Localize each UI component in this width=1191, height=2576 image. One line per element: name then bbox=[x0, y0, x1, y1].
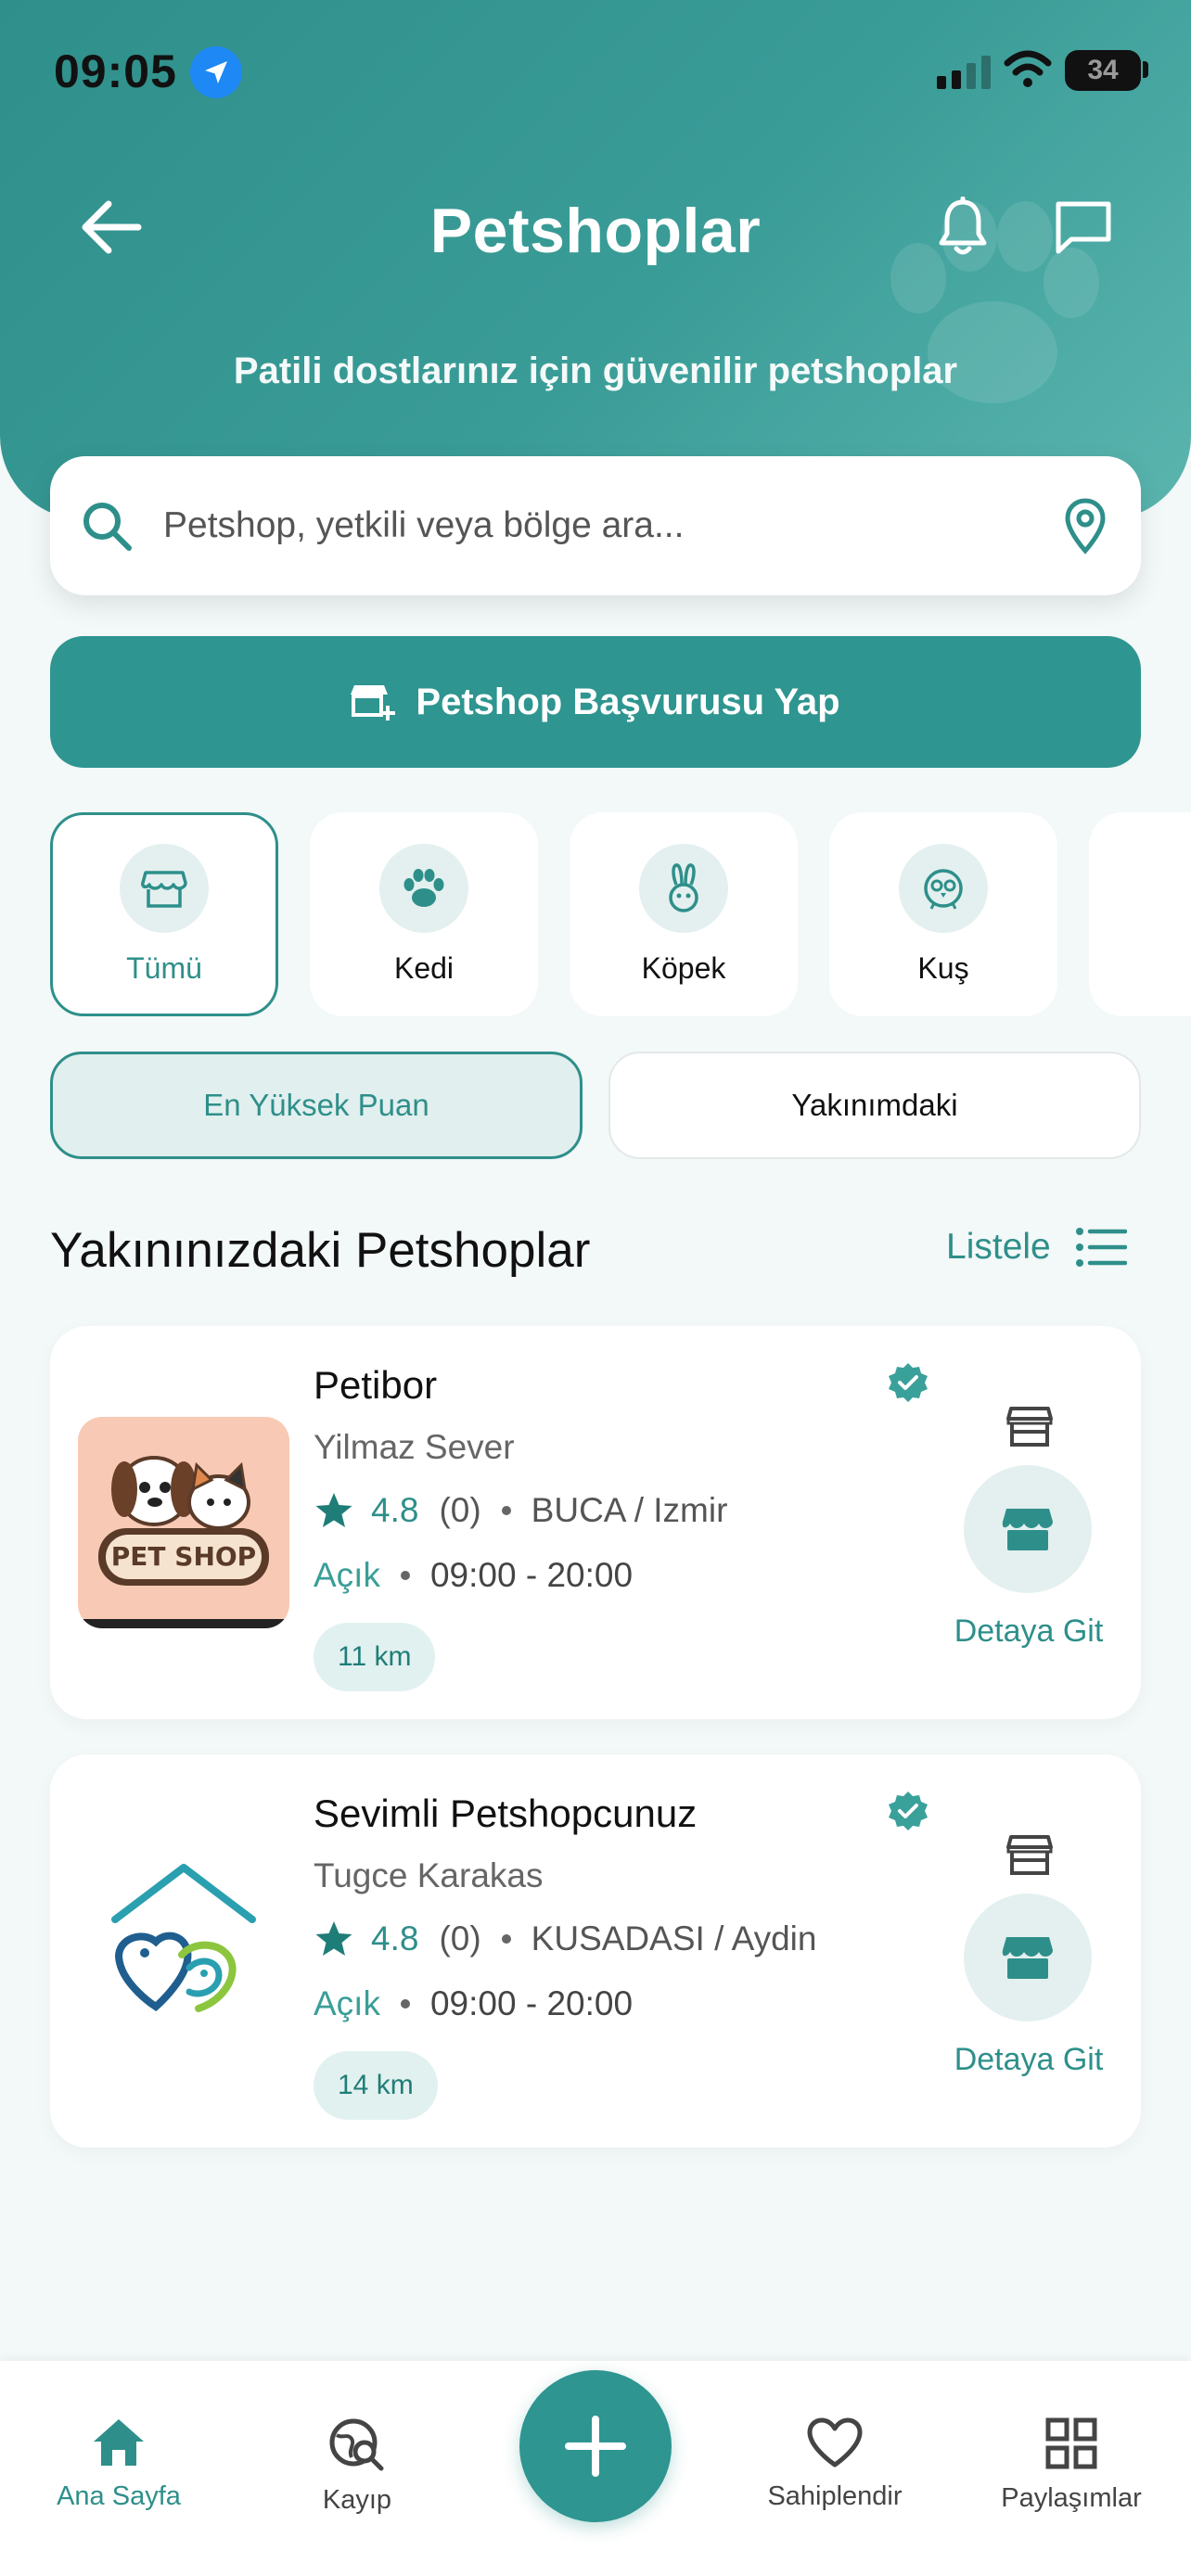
nav-posts[interactable]: Paylaşımlar bbox=[979, 2417, 1164, 2514]
section-title: Yakınınızdaki Petshoplar bbox=[50, 1223, 591, 1278]
globe-search-icon bbox=[329, 2418, 384, 2471]
category-more[interactable] bbox=[1089, 812, 1191, 1016]
open-status: Açık bbox=[314, 1984, 380, 2022]
detail-button[interactable] bbox=[964, 1894, 1092, 2021]
grid-icon bbox=[1045, 2417, 1097, 2469]
nav-lost[interactable]: Kayıp bbox=[264, 2417, 450, 2516]
shop-owner: Tugce Karakas bbox=[314, 1856, 544, 1894]
header-subtitle: Patili dostlarınız için güvenilir petsho… bbox=[233, 351, 958, 391]
rating-value: 4.8 bbox=[371, 1919, 419, 1958]
bird-icon bbox=[899, 843, 988, 933]
list-view-label: Listele bbox=[946, 1227, 1051, 1267]
location-arrow-icon bbox=[190, 46, 242, 98]
review-count: (0) bbox=[439, 1919, 481, 1958]
shop-logo-image: PET SHOP bbox=[78, 1417, 289, 1628]
separator-dot bbox=[501, 1934, 511, 1944]
separator-dot bbox=[400, 1571, 410, 1580]
wifi-icon bbox=[1004, 50, 1052, 87]
opening-hours: 09:00 - 20:00 bbox=[429, 1556, 634, 1594]
plus-icon bbox=[565, 2416, 626, 2477]
category-all[interactable]: Tümü bbox=[50, 812, 278, 1016]
category-label: Kuş bbox=[917, 950, 969, 985]
sort-nearby[interactable]: Yakınımdaki bbox=[608, 1052, 1141, 1159]
add-button[interactable] bbox=[519, 2370, 672, 2522]
review-count: (0) bbox=[439, 1491, 481, 1529]
map-pin-icon[interactable] bbox=[1063, 497, 1108, 555]
nav-label: Ana Sayfa bbox=[57, 2481, 181, 2511]
shop-location: BUCA / Izmir bbox=[531, 1491, 728, 1529]
store-icon bbox=[1002, 1509, 1053, 1550]
detail-link[interactable]: Detaya Git bbox=[922, 1613, 1135, 1650]
separator-dot bbox=[501, 1506, 511, 1515]
category-label: Tümü bbox=[126, 950, 202, 985]
nav-label: Paylaşımlar bbox=[1001, 2483, 1142, 2513]
shop-card[interactable]: PET SHOP Petibor Yilmaz Sever 4.8 (0) BU… bbox=[50, 1326, 1141, 1719]
apply-button-label: Petshop Başvurusu Yap bbox=[416, 681, 840, 722]
storefront-icon bbox=[1006, 1835, 1053, 1875]
star-icon bbox=[315, 1921, 352, 1956]
star-icon bbox=[315, 1493, 352, 1527]
category-label: Köpek bbox=[641, 950, 726, 985]
shop-name: Petibor bbox=[314, 1363, 438, 1407]
distance-badge: 11 km bbox=[314, 1623, 436, 1691]
distance-badge: 14 km bbox=[314, 2051, 438, 2120]
battery-tip bbox=[1143, 61, 1148, 78]
search-bar[interactable] bbox=[50, 456, 1141, 595]
cellular-signal-icon bbox=[937, 56, 991, 89]
detail-button[interactable] bbox=[964, 1465, 1092, 1593]
home-icon bbox=[94, 2419, 144, 2466]
store-icon bbox=[1002, 1937, 1053, 1979]
list-view-button[interactable]: Listele bbox=[946, 1226, 1127, 1269]
store-plus-icon bbox=[351, 685, 396, 721]
storefront-icon bbox=[1006, 1407, 1053, 1447]
nav-home[interactable]: Ana Sayfa bbox=[26, 2417, 211, 2512]
search-icon bbox=[83, 503, 132, 551]
nav-label: Kayıp bbox=[322, 2485, 392, 2515]
hours-row: Açık 09:00 - 20:00 bbox=[314, 1984, 633, 2023]
logo-text: PET SHOP bbox=[111, 1541, 256, 1572]
status-time: 09:05 bbox=[54, 45, 177, 97]
nav-adopt[interactable]: Sahiplendir bbox=[742, 2417, 928, 2512]
category-cat[interactable]: Kedi bbox=[310, 812, 538, 1016]
rating-value: 4.8 bbox=[371, 1491, 419, 1529]
rabbit-icon bbox=[639, 843, 728, 933]
opening-hours: 09:00 - 20:00 bbox=[429, 1984, 634, 2022]
category-dog[interactable]: Köpek bbox=[570, 812, 798, 1016]
verified-badge-icon bbox=[889, 1792, 928, 1830]
shop-logo-image bbox=[78, 1845, 289, 2057]
paw-icon bbox=[379, 843, 468, 933]
rating-row: 4.8 (0) BUCA / Izmir bbox=[314, 1491, 727, 1530]
list-icon bbox=[1075, 1228, 1127, 1267]
page-title: Petshoplar bbox=[429, 196, 762, 266]
shop-name: Sevimli Petshopcunuz bbox=[314, 1792, 698, 1835]
category-scroller[interactable]: Tümü Kedi Köpek Kuş bbox=[50, 812, 1191, 1018]
shop-location: KUSADASI / Aydin bbox=[531, 1919, 817, 1958]
category-bird[interactable]: Kuş bbox=[829, 812, 1057, 1016]
sort-highest-rating[interactable]: En Yüksek Puan bbox=[50, 1052, 583, 1159]
search-input[interactable] bbox=[163, 505, 1063, 546]
shop-card[interactable]: Sevimli Petshopcunuz Tugce Karakas 4.8 (… bbox=[50, 1754, 1141, 2148]
shop-owner: Yilmaz Sever bbox=[314, 1428, 515, 1466]
messages-button[interactable] bbox=[1048, 190, 1119, 264]
detail-link[interactable]: Detaya Git bbox=[922, 2042, 1135, 2078]
notifications-button[interactable] bbox=[930, 190, 995, 264]
store-icon bbox=[120, 843, 209, 933]
heart-icon bbox=[807, 2417, 863, 2468]
separator-dot bbox=[400, 1999, 410, 2009]
category-label: Kedi bbox=[393, 950, 455, 985]
chat-bubble-icon bbox=[1056, 201, 1111, 254]
battery-indicator: 34 bbox=[1065, 50, 1141, 91]
open-status: Açık bbox=[314, 1556, 380, 1594]
hours-row: Açık 09:00 - 20:00 bbox=[314, 1556, 633, 1595]
nav-label: Sahiplendir bbox=[767, 2481, 903, 2511]
verified-badge-icon bbox=[889, 1363, 928, 1402]
bell-icon bbox=[939, 197, 987, 255]
petshop-apply-button[interactable]: Petshop Başvurusu Yap bbox=[50, 636, 1141, 768]
rating-row: 4.8 (0) KUSADASI / Aydin bbox=[314, 1919, 816, 1958]
